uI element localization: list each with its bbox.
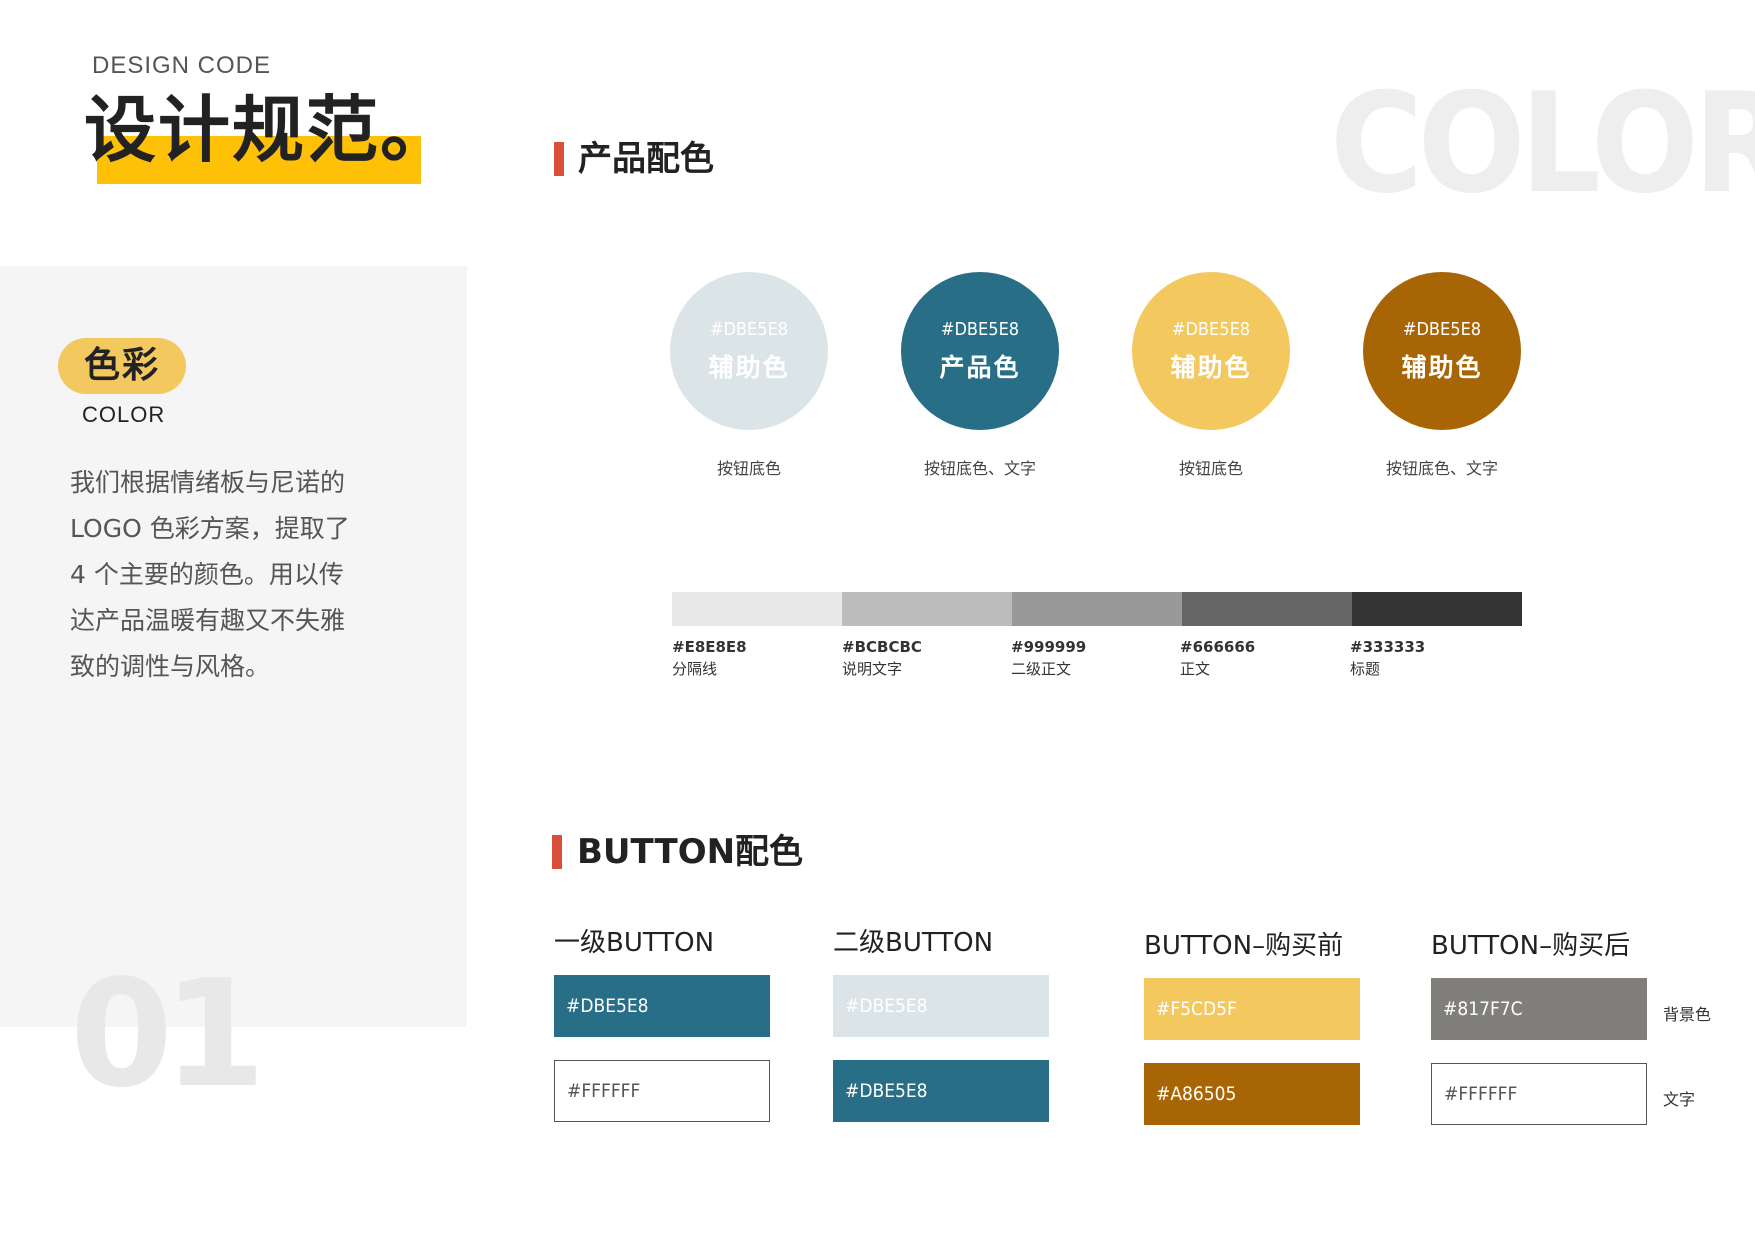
gray-scale-strip [672,592,1522,626]
button-column-title: BUTTON–购买后 [1431,931,1631,961]
swatch-hex-label: #FFFFFF [1444,1083,1518,1105]
button-column-title: BUTTON–购买前 [1144,931,1344,961]
button-background-swatch: #DBE5E8 [554,975,770,1037]
description-line: 致的调性与风格。 [70,652,271,681]
watermark-number: 01 [70,948,266,1120]
button-text-swatch: #DBE5E8 [833,1060,1049,1122]
circle-usage: 按钮底色、文字 [1385,459,1498,478]
swatch-hex-label: #F5CD5F [1156,998,1237,1020]
gray-usage: 说明文字 [842,660,903,678]
gray-hex: #BCBCBC [842,638,922,656]
circle-usage: 按钮底色、文字 [923,459,1036,478]
description-line: LOGO 色彩方案，提取了 [70,514,350,543]
description-line: 我们根据情绪板与尼诺的 [70,468,346,497]
swatch-hex-label: #DBE5E8 [566,995,649,1017]
button-column-title: 一级BUTTON [554,928,715,958]
button-text-swatch: #A86505 [1144,1063,1360,1125]
gray-label: #BCBCBC 说明文字 [842,636,922,680]
gray-label: #666666 正文 [1180,636,1255,680]
description: 我们根据情绪板与尼诺的 LOGO 色彩方案，提取了 4 个主要的颜色。用以传 达… [70,460,370,690]
gray-hex: #E8E8E8 [672,638,747,656]
section-marker [554,142,564,176]
circle-hex-label: #DBE5E8 [940,318,1020,340]
swatch-hex-label: #817F7C [1443,998,1523,1020]
side-label-text: 文字 [1663,1090,1696,1109]
badge-subtitle: COLOR [82,402,166,427]
gray-swatch [672,592,842,626]
button-background-swatch: #817F7C [1431,978,1647,1040]
gray-swatch [1012,592,1182,626]
circle-usage: 按钮底色 [1178,459,1243,478]
swatch-hex-label: #DBE5E8 [845,1080,928,1102]
gray-label: #999999 二级正文 [1011,636,1086,680]
circle-hex-label: #DBE5E8 [709,318,789,340]
button-text-swatch: #FFFFFF [1431,1063,1647,1125]
side-label-background: 背景色 [1663,1005,1712,1024]
page-title: 设计规范。 [84,88,455,172]
circle-name: 辅助色 [1170,352,1252,382]
color-circle: #DBE5E8 辅助色 [1363,272,1521,430]
description-line: 达产品温暖有趣又不失雅 [70,606,346,635]
button-background-swatch: #F5CD5F [1144,978,1360,1040]
gray-usage: 二级正文 [1011,660,1072,678]
gray-swatch [1182,592,1352,626]
color-circle: #DBE5E8 辅助色 [670,272,828,430]
circle-name: 辅助色 [708,352,790,382]
section-marker [552,835,562,869]
gray-swatch [1352,592,1522,626]
gray-label: #E8E8E8 分隔线 [672,636,747,680]
circle-hex-label: #DBE5E8 [1171,318,1251,340]
gray-hex: #666666 [1180,638,1256,656]
color-circle: #DBE5E8 产品色 [901,272,1059,430]
gray-usage: 分隔线 [672,660,718,678]
description-line: 4 个主要的颜色。用以传 [70,560,344,589]
swatch-hex-label: #A86505 [1156,1083,1237,1105]
gray-hex: #999999 [1011,638,1087,656]
button-background-swatch: #DBE5E8 [833,975,1049,1037]
gray-label: #333333 标题 [1350,636,1425,680]
watermark-text: COLOR [1330,63,1755,224]
eyebrow-label: DESIGN CODE [92,52,272,79]
gray-swatch [842,592,1012,626]
circle-name: 辅助色 [1401,352,1483,382]
badge-label: 色彩 [83,345,160,386]
swatch-hex-label: #FFFFFF [567,1080,641,1102]
color-circle: #DBE5E8 辅助色 [1132,272,1290,430]
section-heading-button: BUTTON配色 [577,832,804,872]
button-text-swatch: #FFFFFF [554,1060,770,1122]
circle-hex-label: #DBE5E8 [1402,318,1482,340]
circle-usage: 按钮底色 [716,459,781,478]
swatch-hex-label: #DBE5E8 [845,995,928,1017]
gray-hex: #333333 [1350,638,1426,656]
button-column-title: 二级BUTTON [833,928,994,958]
gray-usage: 正文 [1180,660,1211,678]
section-heading-product: 产品配色 [578,139,714,179]
circle-name: 产品色 [939,352,1021,382]
gray-usage: 标题 [1350,660,1381,678]
